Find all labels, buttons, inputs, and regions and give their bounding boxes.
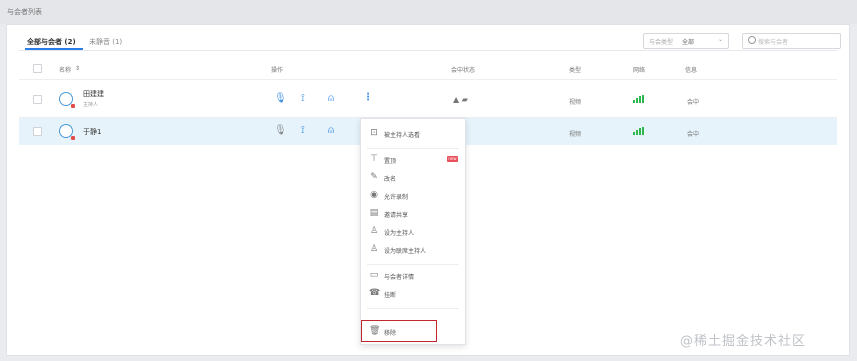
menu-item-label: 邀请共享 (384, 212, 409, 219)
tab-divider (19, 50, 837, 51)
signal-icon (633, 95, 645, 103)
microphone-muted-icon[interactable]: 🎙 (274, 126, 287, 136)
pin-icon: ⊤ (370, 154, 378, 164)
header-divider (19, 79, 837, 80)
details-icon: ▭ (369, 270, 379, 280)
menu-item-hang-up[interactable]: ☎ 挂断 (361, 285, 465, 303)
spotlight-icon: ⊡ (370, 128, 378, 138)
participant-type: 视频 (569, 131, 582, 138)
filter-label: 与会类型 (649, 39, 674, 46)
user-icon[interactable]: ⍝ (328, 126, 334, 136)
broadcast-icon[interactable]: ⟟ (301, 94, 305, 104)
broadcast-icon[interactable]: ⟟ (301, 126, 305, 136)
participant-name: 于静1 (83, 128, 102, 136)
tab-unmuted[interactable]: 未静音 (1) (89, 37, 122, 47)
menu-item-details[interactable]: ▭ 与会者详情 (361, 267, 465, 285)
menu-divider (367, 148, 459, 149)
search-icon (748, 36, 756, 44)
participant-context-menu: ⊡ 被主持人选看 ⊤ 置顶 new ✎ 改名 ◉ 允许录制 ▤ 邀请共享 ♙ 设… (360, 118, 466, 345)
new-badge: new (447, 156, 458, 162)
share-screen-icon: ▤ (369, 208, 379, 218)
menu-item-allow-recording[interactable]: ◉ 允许录制 (361, 187, 465, 205)
menu-item-set-cohost[interactable]: ♙ 设为联席主持人 (361, 241, 465, 259)
status-dot (71, 136, 75, 140)
signal-icon (633, 127, 645, 135)
chevron-down-icon: ⌄ (717, 36, 723, 43)
header-name: 名称 (59, 67, 72, 74)
menu-item-label: 设为主持人 (384, 230, 415, 237)
select-all-checkbox[interactable] (33, 64, 42, 73)
header-status: 会中状态 (451, 67, 476, 74)
row-checkbox[interactable] (33, 95, 42, 104)
participant-state: 会中 (687, 99, 700, 106)
search-input[interactable]: 搜索与会者 (742, 33, 841, 49)
menu-item-label: 改名 (384, 176, 397, 183)
filter-value: 全部 (682, 39, 695, 46)
menu-item-spotlight[interactable]: ⊡ 被主持人选看 (361, 125, 465, 143)
microphone-icon[interactable]: 🎙 (274, 94, 287, 104)
menu-item-set-host[interactable]: ♙ 设为主持人 (361, 223, 465, 241)
menu-item-label: 允许录制 (384, 194, 409, 201)
page-title: 与会者列表 (7, 8, 42, 16)
menu-item-invite-share[interactable]: ▤ 邀请共享 (361, 205, 465, 223)
participant-type: 视频 (569, 99, 582, 106)
remove-highlight-box (361, 320, 437, 342)
header-state: 信息 (685, 67, 698, 74)
type-filter-select[interactable]: 与会类型 全部 ⌄ (643, 33, 729, 49)
menu-item-label: 置顶 (384, 158, 397, 165)
avatar (59, 92, 75, 108)
pencil-icon: ✎ (370, 172, 378, 182)
device-status-icon: ▲ ▰ (453, 95, 468, 104)
header-actions: 操作 (271, 67, 284, 74)
status-dot (71, 104, 75, 108)
header-type: 类型 (569, 67, 582, 74)
sort-icon[interactable]: ⇕ (75, 65, 80, 72)
menu-divider (367, 264, 459, 265)
cohost-icon: ♙ (369, 244, 379, 254)
menu-item-label: 与会者详情 (384, 274, 415, 281)
menu-item-label: 设为联席主持人 (384, 248, 427, 255)
menu-divider (367, 308, 459, 309)
header-signal: 网络 (633, 67, 646, 74)
watermark: @稀土掘金技术社区 (680, 334, 807, 349)
participant-name: 田建建 (83, 90, 104, 98)
tab-all-participants[interactable]: 全部与会者 (2) (27, 37, 76, 47)
menu-item-label: 挂断 (384, 292, 397, 299)
row-checkbox[interactable] (33, 127, 42, 136)
avatar (59, 124, 75, 140)
participant-state: 会中 (687, 131, 700, 138)
more-options-icon[interactable]: ⋮ (363, 92, 373, 103)
user-icon[interactable]: ⍝ (328, 94, 334, 104)
host-icon: ♙ (369, 226, 379, 236)
record-icon: ◉ (370, 190, 378, 200)
participant-role: 主持人 (83, 102, 99, 108)
search-placeholder: 搜索与会者 (758, 39, 789, 46)
menu-item-label: 被主持人选看 (384, 132, 421, 139)
menu-item-rename[interactable]: ✎ 改名 (361, 169, 465, 187)
hang-up-icon: ☎ (369, 288, 381, 298)
title-bar: 与会者列表 (0, 0, 857, 24)
menu-item-pin[interactable]: ⊤ 置顶 new (361, 151, 465, 169)
